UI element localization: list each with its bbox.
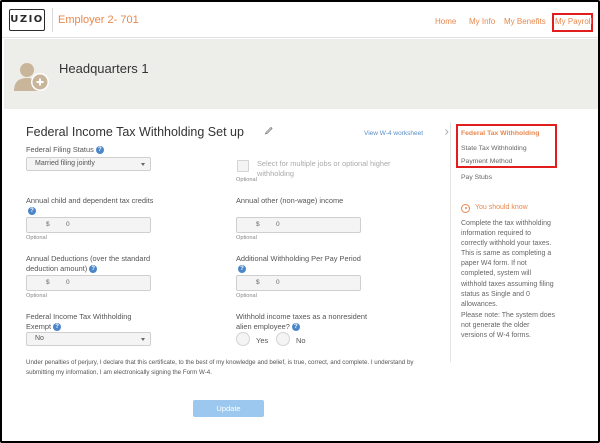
optional-hint: Optional [236,177,257,183]
other-income-input[interactable]: $ 0 [236,217,361,233]
you-should-know-text: Complete the tax withholding information… [461,220,554,308]
add-user-avatar-icon[interactable] [13,60,50,92]
child-credits-label: Annual child and dependent tax credits? [26,196,156,216]
deductions-input[interactable]: $ 0 [26,275,151,291]
optional-hint: Optional [26,235,47,241]
other-income-value: 0 [276,221,280,228]
additional-withholding-label: Additional Withholding Per Pay Period? [236,254,366,274]
deductions-label: Annual Deductions (over the standard ded… [26,254,156,274]
page-title: Federal Income Tax Withholding Set up [26,125,244,139]
you-should-know-title: You should know [475,204,528,211]
nav-home-link[interactable]: Home [435,17,456,26]
uzio-logo[interactable]: UZIO [9,9,45,31]
filing-status-label-text: Federal Filing Status [26,145,94,154]
exempt-value: No [35,335,44,342]
currency-symbol: $ [256,279,260,286]
currency-symbol: $ [46,221,50,228]
help-icon[interactable]: ? [28,207,36,216]
employer-name: Employer 2- 701 [58,14,139,26]
filing-status-select[interactable]: Married filing jointly [26,157,151,171]
nonresident-label: Withhold income taxes as a nonresident a… [236,312,376,332]
top-bar: UZIO Employer 2- 701 Home My Info My Ben… [2,2,598,38]
sidebar-item-federal-tax-withholding[interactable]: Federal Tax Withholding [461,130,539,137]
sidebar-divider [450,122,451,362]
you-should-know-note: Please note: The system does not generat… [461,312,556,340]
info-icon [461,204,470,213]
no-label: No [296,336,306,345]
optional-hint: Optional [236,293,257,299]
nonresident-no-radio[interactable] [276,332,290,346]
currency-symbol: $ [46,279,50,286]
sidebar-item-state-tax-withholding[interactable]: State Tax Withholding [461,145,527,152]
filing-status-label: Federal Filing Status? [26,145,104,155]
nonresident-label-text: Withhold income taxes as a nonresident a… [236,312,368,331]
child-credits-value: 0 [66,221,70,228]
nav-my-benefits-link[interactable]: My Benefits [504,17,546,26]
optional-hint: Optional [26,293,47,299]
filing-status-value: Married filing jointly [35,160,95,167]
optional-hint: Optional [236,235,257,241]
help-icon[interactable]: ? [53,323,62,332]
currency-symbol: $ [256,221,260,228]
view-w4-worksheet-link[interactable]: View W-4 worksheet [364,130,423,137]
pencil-icon[interactable] [264,125,274,135]
app-window: UZIO Employer 2- 701 Home My Info My Ben… [0,0,600,443]
additional-withholding-input[interactable]: $ 0 [236,275,361,291]
help-icon[interactable]: ? [291,323,300,332]
header-band: Headquarters 1 [4,39,598,109]
additional-withholding-label-text: Additional Withholding Per Pay Period [236,254,361,263]
child-credits-input[interactable]: $ 0 [26,217,151,233]
exempt-label: Federal Income Tax Withholding Exempt? [26,312,156,332]
exempt-label-text: Federal Income Tax Withholding Exempt [26,312,132,331]
sidebar-item-pay-stubs[interactable]: Pay Stubs [461,174,492,181]
nav-my-info-link[interactable]: My Info [469,17,495,26]
nav-my-payroll-link[interactable]: My Payroll [552,13,593,32]
sidebar-item-payment-method[interactable]: Payment Method [461,158,512,165]
deductions-label-text: Annual Deductions (over the standard ded… [26,254,151,273]
update-button[interactable]: Update [193,400,264,417]
help-icon[interactable]: ? [95,146,104,155]
exempt-select[interactable]: No [26,332,151,346]
yes-label: Yes [256,336,269,345]
help-icon[interactable]: ? [89,265,98,274]
additional-withholding-value: 0 [276,279,280,286]
deductions-value: 0 [66,279,70,286]
perjury-disclaimer: Under penalties of perjury, I declare th… [26,359,414,376]
child-credits-label-text: Annual child and dependent tax credits [26,196,154,205]
other-income-label: Annual other (non-wage) income [236,196,344,205]
nonresident-yes-radio[interactable] [236,332,250,346]
chevron-down-icon [141,338,145,341]
chevron-right-icon [445,129,449,135]
multiple-jobs-checkbox[interactable] [237,160,249,172]
location-title: Headquarters 1 [59,61,149,76]
chevron-down-icon [141,163,145,166]
logo-divider [52,8,53,32]
multiple-jobs-label: Select for multiple jobs or optional hig… [257,159,391,178]
help-icon[interactable]: ? [238,265,246,274]
